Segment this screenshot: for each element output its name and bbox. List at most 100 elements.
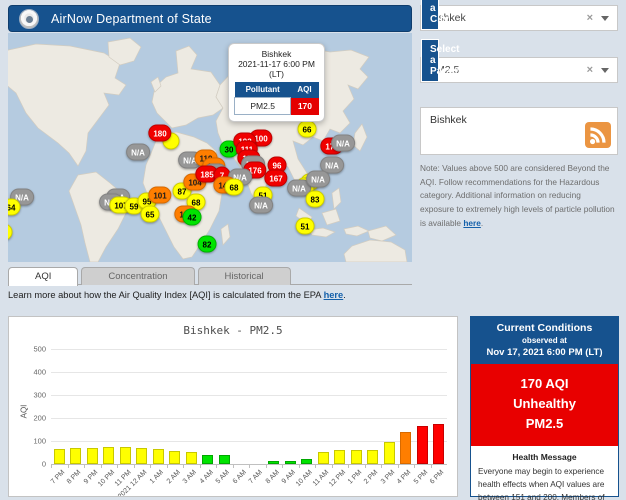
chart-bar[interactable] [152,449,164,464]
health-message-title: Health Message [512,452,577,463]
x-axis-label: 7 AM [247,469,265,486]
chart-bar[interactable] [119,446,131,464]
popup-table: Pollutant AQI PM2.5 170 [233,82,319,115]
popup-datetime: 2021-11-17 6:00 PM [238,59,315,69]
gridline [51,372,447,373]
chart-bar[interactable] [136,447,148,464]
x-axis-tick [348,464,349,468]
map-marker[interactable]: 65 [140,205,160,223]
x-axis-tick [183,464,184,468]
tab-aqi[interactable]: AQI [8,267,79,286]
select-city-label: Select a City [421,0,459,30]
rss-feed-icon[interactable] [585,122,611,148]
city-select[interactable]: Bishkek × [421,6,617,30]
x-axis-tick [430,464,432,468]
x-axis-tick [364,464,366,468]
x-axis-label: 2 AM [165,469,182,486]
chart-title: Bishkek - PM2.5 [183,324,283,337]
popup-col-pollutant: Pollutant [234,82,291,98]
popup-aqi-value: 170 [290,97,319,115]
learn-more-text: Learn more about how the Air Quality Ind… [8,290,346,300]
map-marker[interactable]: 82 [197,235,217,253]
x-axis-tick [199,464,201,468]
chart-bar[interactable] [334,450,346,464]
chart-bar[interactable] [185,452,197,464]
x-axis-tick [397,464,399,468]
y-axis-tick-label: 300 [33,390,46,400]
map-marker[interactable]: 68 [224,178,244,196]
gridline [51,418,447,419]
x-axis-label: 6 AM [231,469,248,486]
map-marker[interactable]: 83 [305,190,325,208]
map-marker[interactable]: 180 [148,124,172,142]
chart-bar[interactable] [86,447,98,464]
x-axis-label: 4 PM [396,469,413,486]
chart-bar[interactable] [53,449,65,464]
gridline [51,395,447,396]
parameter-clear-icon[interactable]: × [587,64,593,76]
x-axis-label: 5 PM [412,469,430,486]
map-popup[interactable]: Bishkek 2021-11-17 6:00 PM (LT) Pollutan… [228,43,325,122]
chart-bar[interactable] [367,449,379,464]
tab-bar: AQI Concentration Historical [8,267,412,286]
x-axis-tick [150,464,151,468]
x-axis-tick [100,464,102,468]
x-axis-label: 7 PM [49,469,67,486]
select-parameter-label: Select a Parameter [421,39,479,82]
map-marker[interactable]: 66 [297,120,317,138]
map-marker[interactable]: N/A [331,134,355,152]
chart-bar[interactable] [400,431,412,464]
chart-bar[interactable] [301,459,313,464]
city-clear-icon[interactable]: × [587,12,593,24]
chart-bar[interactable] [284,461,296,464]
current-conditions-panel: Current Conditions observed at Nov 17, 2… [470,316,619,500]
city-caret-down-icon[interactable] [601,15,609,21]
city-select-value: Bishkek [429,12,587,24]
x-axis-label: 5 AM [214,469,232,486]
x-axis-label: 3 PM [379,469,397,486]
x-axis-tick [51,464,52,468]
y-axis-tick-label: 100 [33,436,46,446]
tab-historical[interactable]: Historical [197,267,291,285]
world-aqi-map[interactable]: N/A6492180N/AN/AN/A107599510165876810542… [8,33,412,262]
feed-city-label: Bishkek [430,114,467,126]
note-period: . [480,217,484,228]
map-marker[interactable]: N/A [126,143,150,161]
x-axis-label: 10 PM [96,469,116,489]
map-marker[interactable]: N/A [249,196,273,214]
chart-bar[interactable] [317,452,329,464]
chart-bar[interactable] [169,450,181,464]
learn-more-here-link[interactable]: here [324,290,344,300]
map-marker[interactable]: 101 [148,186,172,204]
chart-bar[interactable] [103,447,115,464]
chart-bar[interactable] [218,454,230,464]
x-axis-tick [133,464,135,468]
map-marker[interactable]: 167 [264,169,288,187]
current-conditions-title: Current Conditions [496,322,593,334]
x-axis-label: 8 PM [66,469,83,486]
x-axis-tick [414,464,415,468]
map-marker[interactable]: 51 [295,217,315,235]
map-marker[interactable]: N/A [306,170,330,188]
chart-bar[interactable] [268,460,280,464]
rss-feed-box: Bishkek [420,107,618,155]
tab-concentration[interactable]: Concentration [81,267,195,285]
y-axis-tick-label: 200 [33,413,46,423]
note-here-link[interactable]: here [463,218,481,228]
x-axis-label: 3 AM [181,469,199,486]
parameter-caret-down-icon[interactable] [601,67,609,73]
current-aqi-category: Unhealthy [513,396,576,412]
aqi-chart-panel: Bishkek - PM2.5 AQI 0 100 200 300 400 500 7 PM… [8,316,458,497]
x-axis-tick [265,464,267,468]
x-axis-tick [315,464,316,468]
chart-bar[interactable] [70,448,82,464]
x-axis-tick [117,464,118,468]
map-marker[interactable]: 42 [182,208,202,226]
x-axis-tick [249,464,250,468]
chart-bar[interactable] [416,426,428,464]
chart-bar[interactable] [383,442,395,464]
chart-bar[interactable] [433,424,445,464]
chart-bar[interactable] [350,449,362,464]
chart-bar[interactable] [202,454,214,464]
y-axis-tick-label: 500 [33,344,46,354]
